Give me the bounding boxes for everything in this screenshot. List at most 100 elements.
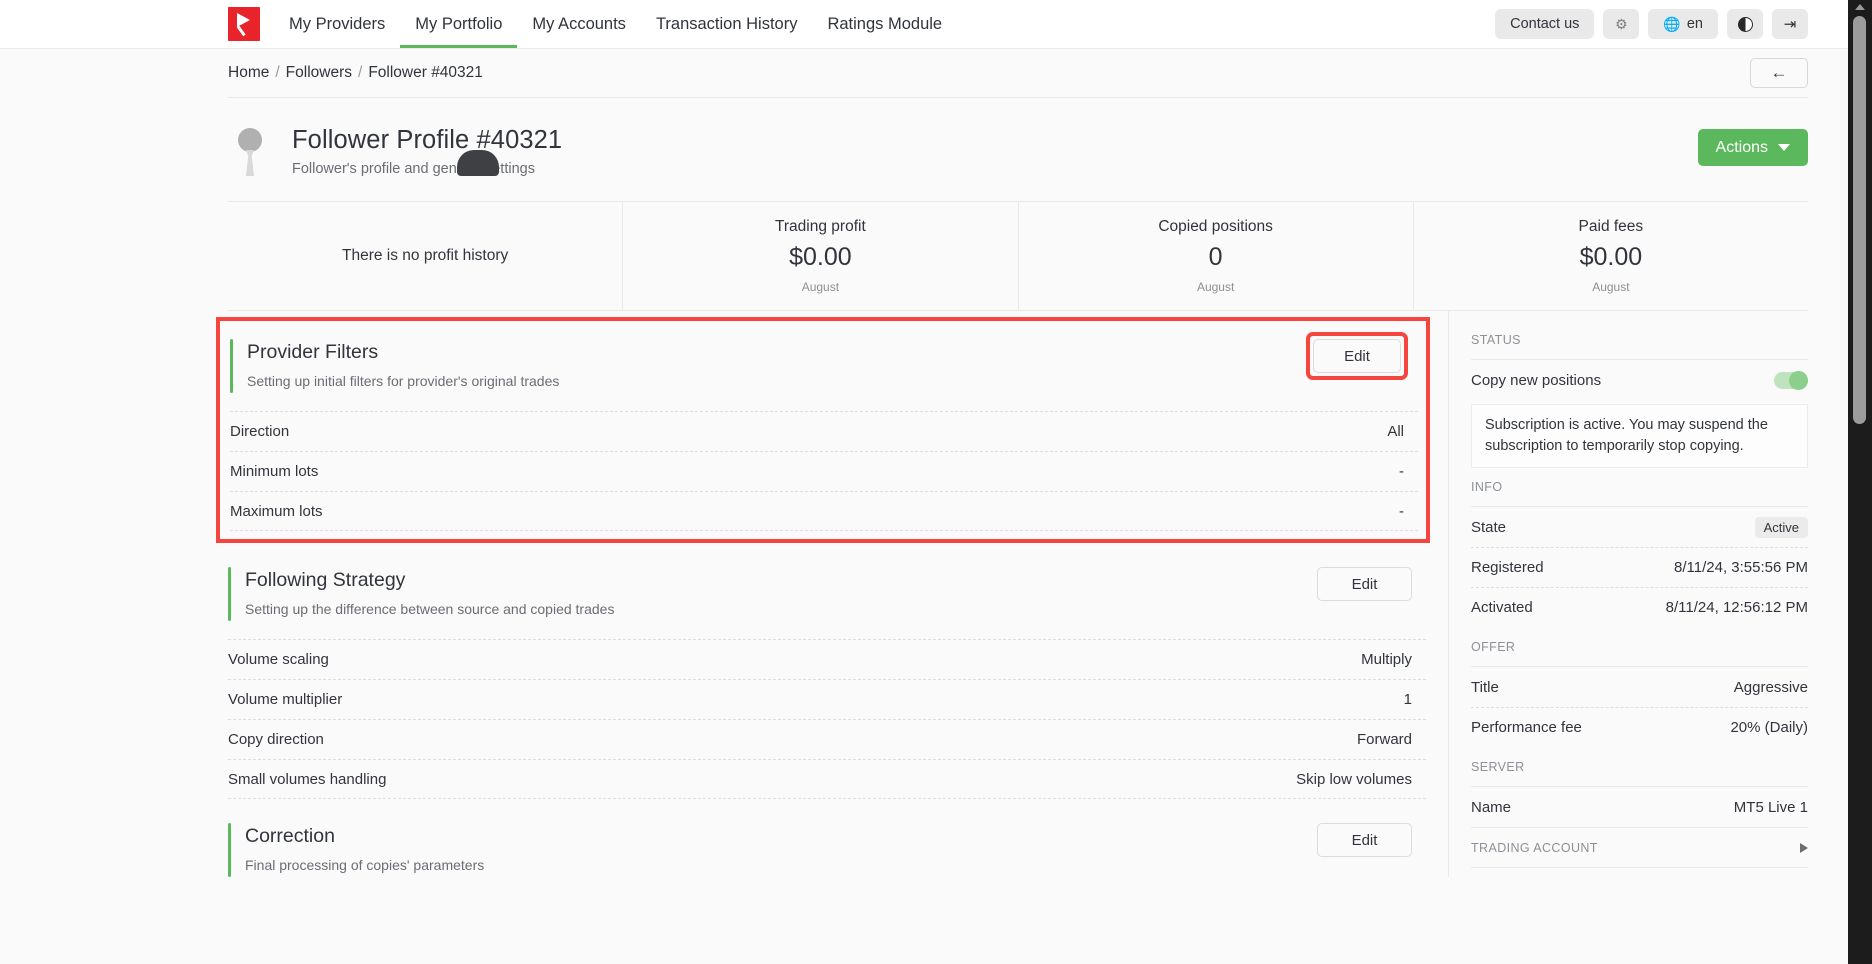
chevron-down-icon	[1778, 144, 1790, 151]
actions-button[interactable]: Actions	[1697, 129, 1808, 166]
nav-actions: Contact us ⚙ 🌐 en ⇥	[1495, 0, 1808, 48]
profile-titles: Follower Profile #40321 Follower's profi…	[292, 126, 562, 177]
copy-new-positions-row: Copy new positions	[1471, 360, 1808, 400]
row-value: Skip low volumes	[1296, 770, 1412, 788]
row-value: 8/11/24, 3:55:56 PM	[1674, 559, 1808, 577]
breadcrumb-separator: /	[275, 64, 280, 81]
row-key: Registered	[1471, 559, 1544, 577]
edit-correction-button[interactable]: Edit	[1317, 823, 1412, 857]
table-row: Volume scaling Multiply	[228, 639, 1426, 679]
section-titles: Correction Final processing of copies' p…	[245, 823, 484, 877]
table-row: Direction All	[230, 411, 1418, 451]
table-row: Small volumes handling Skip low volumes	[228, 759, 1426, 799]
stat-trading-profit: Trading profit $0.00 August	[622, 202, 1017, 310]
avatar-body	[457, 150, 499, 176]
breadcrumb-item-home[interactable]: Home	[228, 64, 269, 82]
scroll-up-arrow-icon[interactable]	[1855, 4, 1865, 10]
section-header: Correction Final processing of copies' p…	[228, 823, 1426, 877]
edit-following-strategy-button[interactable]: Edit	[1317, 567, 1412, 601]
stat-period: August	[1592, 280, 1630, 294]
edit-button-wrap: Edit	[1317, 567, 1412, 601]
row-value: Multiply	[1361, 651, 1412, 668]
language-button[interactable]: 🌐 en	[1648, 9, 1718, 39]
stat-paid-fees: Paid fees $0.00 August	[1412, 202, 1808, 310]
subscription-note: Subscription is active. You may suspend …	[1471, 404, 1808, 469]
following-strategy-list: Volume scaling Multiply Volume multiplie…	[228, 639, 1426, 799]
scrollbar-thumb[interactable]	[1853, 16, 1866, 424]
row-key: Volume scaling	[228, 651, 329, 668]
breadcrumb-bar: Home / Followers / Follower #40321 ←	[0, 49, 1848, 97]
theme-toggle-button[interactable]	[1727, 9, 1763, 39]
back-button[interactable]: ←	[1750, 58, 1808, 88]
viewport: My Providers My Portfolio My Accounts Tr…	[0, 0, 1848, 964]
section-header: Following Strategy Setting up the differ…	[228, 567, 1426, 621]
page-title: Follower Profile #40321	[292, 126, 563, 154]
section-accent-bar	[228, 823, 231, 877]
vertical-scrollbar[interactable]	[1848, 0, 1872, 964]
info-row-activated: Activated 8/11/24, 12:56:12 PM	[1471, 587, 1808, 627]
offer-row-title: Title Aggressive	[1471, 667, 1808, 707]
edit-button-highlight: Edit	[1306, 332, 1408, 380]
row-key: Direction	[230, 423, 290, 440]
stats-row: There is no profit history Trading profi…	[228, 201, 1808, 311]
gear-icon: ⚙	[1615, 16, 1628, 32]
edit-provider-filters-button[interactable]: Edit	[1313, 339, 1401, 373]
nav-item-my-portfolio[interactable]: My Portfolio	[400, 0, 518, 48]
globe-icon: 🌐	[1663, 16, 1681, 32]
info-sidebar: STATUS Copy new positions Subscription i…	[1448, 311, 1808, 877]
table-row: Volume multiplier 1	[228, 679, 1426, 719]
breadcrumb-item-followers[interactable]: Followers	[286, 64, 352, 82]
chevron-right-icon	[1800, 842, 1808, 853]
section-title: Following Strategy	[245, 569, 406, 591]
sidebar-group-status: STATUS	[1471, 333, 1521, 347]
contrast-toggle-icon	[1737, 16, 1753, 32]
section-following-strategy: Following Strategy Setting up the differ…	[228, 543, 1426, 799]
nav-item-transaction-history[interactable]: Transaction History	[641, 0, 813, 48]
row-key: State	[1471, 518, 1507, 536]
breadcrumb-separator: /	[358, 64, 363, 81]
user-avatar-icon	[228, 128, 499, 176]
sidebar-group-server: SERVER	[1471, 760, 1525, 775]
nav-label: My Portfolio	[415, 14, 503, 33]
brand-logo-icon[interactable]	[228, 7, 260, 41]
contact-us-button[interactable]: Contact us	[1495, 9, 1595, 39]
stat-period: August	[1196, 280, 1235, 294]
section-header: Provider Filters Setting up initial filt…	[230, 332, 1418, 393]
logout-button[interactable]: ⇥	[1772, 9, 1808, 39]
section-subtitle: Final processing of copies' parameters	[245, 857, 485, 873]
nav-item-my-providers[interactable]: My Providers	[274, 0, 400, 48]
section-correction: Correction Final processing of copies' p…	[228, 799, 1426, 877]
row-key: Maximum lots	[230, 502, 323, 520]
row-value: 1	[1403, 691, 1412, 708]
section-provider-filters: Provider Filters Setting up initial filt…	[230, 321, 1418, 531]
page-body: Provider Filters Setting up initial filt…	[216, 311, 1808, 877]
edit-label: Edit	[1351, 831, 1378, 849]
row-key: Minimum lots	[230, 463, 319, 480]
row-key: Copy direction	[228, 731, 324, 748]
section-accent-bar	[228, 567, 231, 621]
row-value: MT5 Live 1	[1733, 798, 1808, 816]
provider-filters-card-highlight: Provider Filters Setting up initial filt…	[216, 317, 1430, 543]
stat-period: August	[801, 280, 840, 294]
logout-icon: ⇥	[1783, 15, 1797, 33]
row-value: 8/11/24, 12:56:12 PM	[1665, 599, 1808, 617]
main-nav-items: My Providers My Portfolio My Accounts Tr…	[274, 0, 957, 48]
breadcrumb: Home / Followers / Follower #40321	[228, 64, 483, 82]
section-subtitle: Setting up initial filters for provider'…	[247, 373, 560, 389]
avatar-head	[238, 128, 262, 152]
trading-account-link[interactable]: TRADING ACCOUNT	[1471, 827, 1808, 867]
settings-button[interactable]: ⚙	[1603, 9, 1640, 39]
row-value: -	[1399, 502, 1404, 520]
row-key: Performance fee	[1471, 719, 1582, 737]
nav-item-ratings-module[interactable]: Ratings Module	[812, 0, 957, 48]
edit-button-wrap: Edit	[1317, 823, 1412, 857]
row-value: Forward	[1356, 731, 1412, 748]
table-row: Minimum lots -	[230, 451, 1418, 491]
stat-label: Copied positions	[1158, 218, 1273, 235]
copy-new-positions-toggle[interactable]	[1774, 370, 1808, 390]
nav-item-my-accounts[interactable]: My Accounts	[517, 0, 641, 48]
info-row-state: State Active	[1471, 507, 1808, 547]
nav-label: Ratings Module	[827, 14, 943, 33]
row-value: -	[1399, 463, 1404, 480]
actions-label: Actions	[1715, 138, 1768, 156]
